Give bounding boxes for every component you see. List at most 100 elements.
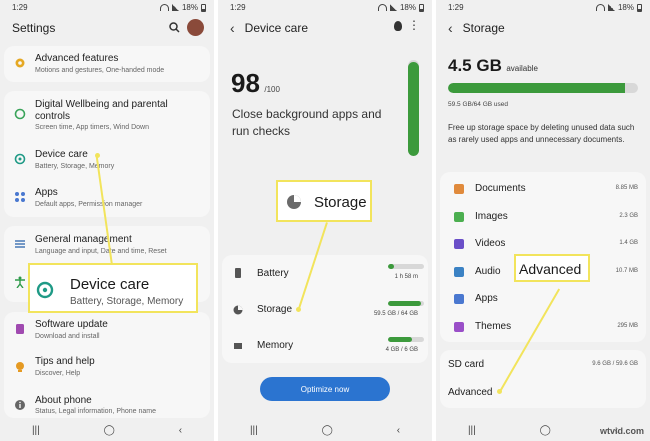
callout-label: Advanced [519, 261, 582, 277]
back-icon[interactable]: ‹ [179, 425, 182, 436]
settings-item-apps[interactable]: Apps Default apps, Permission manager [4, 181, 210, 215]
score-bar [408, 60, 419, 156]
optimize-now-button[interactable]: Optimize now [260, 377, 390, 401]
back-icon[interactable]: ‹ [397, 425, 400, 436]
battery-percent: 18% [617, 3, 634, 12]
navigation-bar: ||| ◯ ‹ [0, 419, 214, 441]
storage-category-apps[interactable]: Apps [440, 286, 646, 313]
battery-percent: 18% [399, 3, 416, 12]
storage-used-text: 59.5 GB/64 GB used [448, 101, 508, 108]
watermark: wtvid.com [599, 426, 644, 436]
sd-card-item[interactable]: SD card 9.6 GB / 59.6 GB [440, 350, 646, 378]
images-icon [454, 211, 464, 222]
settings-item-device-care[interactable]: Device care Battery, Storage, Memory [4, 143, 210, 177]
settings-group-4: Software update Download and install Tip… [4, 312, 210, 418]
page-title: Storage [462, 21, 505, 35]
callout-target-dot [296, 307, 301, 312]
home-icon[interactable]: ◯ [540, 425, 551, 436]
recents-icon[interactable]: ||| [32, 425, 40, 436]
status-time: 1:29 [448, 3, 464, 12]
battery-icon [419, 3, 424, 12]
callout-advanced: Advanced [514, 254, 590, 282]
battery-percent: 18% [181, 3, 198, 12]
storage-level-fill [388, 301, 422, 306]
status-bar: 1:29 18% [0, 0, 214, 14]
status-time: 1:29 [230, 3, 246, 12]
device-care-item-battery[interactable]: Battery 1 h 58 m [222, 255, 428, 291]
callout-title: Device care [70, 276, 150, 293]
settings-item-software-update[interactable]: Software update Download and install [4, 312, 210, 346]
device-care-icon [14, 153, 26, 165]
apps-grid-icon [15, 192, 25, 202]
back-arrow-icon[interactable]: ‹ [448, 20, 453, 36]
settings-item-digital-wellbeing[interactable]: Digital Wellbeing and parental controls … [4, 91, 210, 137]
device-care-item-storage[interactable]: Storage 59.5 GB / 64 GB [222, 293, 428, 327]
software-update-icon [16, 324, 24, 334]
score-bar-fill [408, 61, 419, 156]
apps-icon [454, 294, 464, 304]
device-care-screen: 1:29 18% ‹ Device care ⋮ 98 /100 Close b… [218, 0, 432, 441]
signal-icon [171, 4, 179, 11]
memory-chip-icon [234, 343, 242, 349]
audio-icon [454, 266, 464, 277]
page-title: Device care [244, 21, 309, 35]
settings-screen: 1:29 18% Settings Advanced features Moti… [0, 0, 214, 441]
gear-icon [15, 58, 25, 68]
battery-icon [235, 268, 241, 278]
wellbeing-icon [14, 108, 26, 120]
callout-subtitle: Battery, Storage, Memory [70, 296, 184, 307]
score-max: /100 [264, 85, 280, 94]
storage-used-bar [448, 83, 638, 93]
storage-extra: SD card 9.6 GB / 59.6 GB Advanced [440, 350, 646, 408]
available-space: 4.5 GB [448, 56, 502, 75]
home-icon[interactable]: ◯ [104, 425, 115, 436]
settings-group-2: Digital Wellbeing and parental controls … [4, 91, 210, 217]
battery-icon [201, 3, 206, 12]
device-care-item-memory[interactable]: Memory 4 GB / 6 GB [222, 329, 428, 363]
callout-storage: Storage [276, 180, 372, 222]
settings-item-advanced-features[interactable]: Advanced features Motions and gestures, … [4, 46, 210, 82]
device-care-list: Battery 1 h 58 m Storage 59.5 GB / 64 GB… [222, 255, 428, 363]
back-arrow-icon[interactable]: ‹ [230, 20, 235, 36]
lightbulb-icon[interactable] [394, 21, 402, 31]
signal-icon [607, 4, 615, 11]
info-icon [15, 400, 25, 410]
wifi-icon [377, 4, 387, 11]
wifi-icon [595, 4, 605, 11]
score-message: Close background apps and run checks [232, 107, 382, 138]
status-bar: 1:29 18% [436, 0, 650, 14]
sliders-icon [15, 240, 25, 248]
app-bar: ‹ Storage [436, 14, 650, 42]
memory-level-fill [388, 337, 413, 342]
device-care-icon [36, 281, 54, 299]
callout-target-dot [497, 389, 502, 394]
callout-target-dot [95, 153, 100, 158]
battery-level-fill [388, 264, 395, 269]
lightbulb-icon [16, 362, 24, 372]
storage-pie-icon [233, 305, 243, 315]
status-bar: 1:29 18% [218, 0, 432, 14]
page-title: Settings [12, 21, 56, 35]
settings-item-tips-and-help[interactable]: Tips and help Discover, Help [4, 352, 210, 382]
wifi-icon [159, 4, 169, 11]
avatar[interactable] [187, 19, 204, 36]
more-options-icon[interactable]: ⋮ [408, 19, 420, 31]
callout-device-care: Device care Battery, Storage, Memory [28, 263, 198, 313]
recents-icon[interactable]: ||| [250, 425, 258, 436]
search-icon[interactable] [169, 22, 180, 33]
advanced-item[interactable]: Advanced [440, 380, 646, 408]
recents-icon[interactable]: ||| [468, 425, 476, 436]
storage-category-images[interactable]: Images 2.3 GB [440, 204, 646, 231]
status-time: 1:29 [12, 3, 28, 12]
settings-group-1: Advanced features Motions and gestures, … [4, 46, 210, 82]
callout-label: Storage [314, 194, 367, 211]
battery-icon [637, 3, 642, 12]
themes-icon [454, 321, 464, 332]
home-icon[interactable]: ◯ [322, 425, 333, 436]
app-bar: Settings [0, 14, 214, 42]
signal-icon [389, 4, 397, 11]
storage-pie-icon [287, 195, 301, 209]
storage-category-documents[interactable]: Documents 8.85 MB [440, 176, 646, 203]
available-label: available [506, 64, 538, 73]
settings-item-about-phone[interactable]: About phone Status, Legal information, P… [4, 390, 210, 420]
